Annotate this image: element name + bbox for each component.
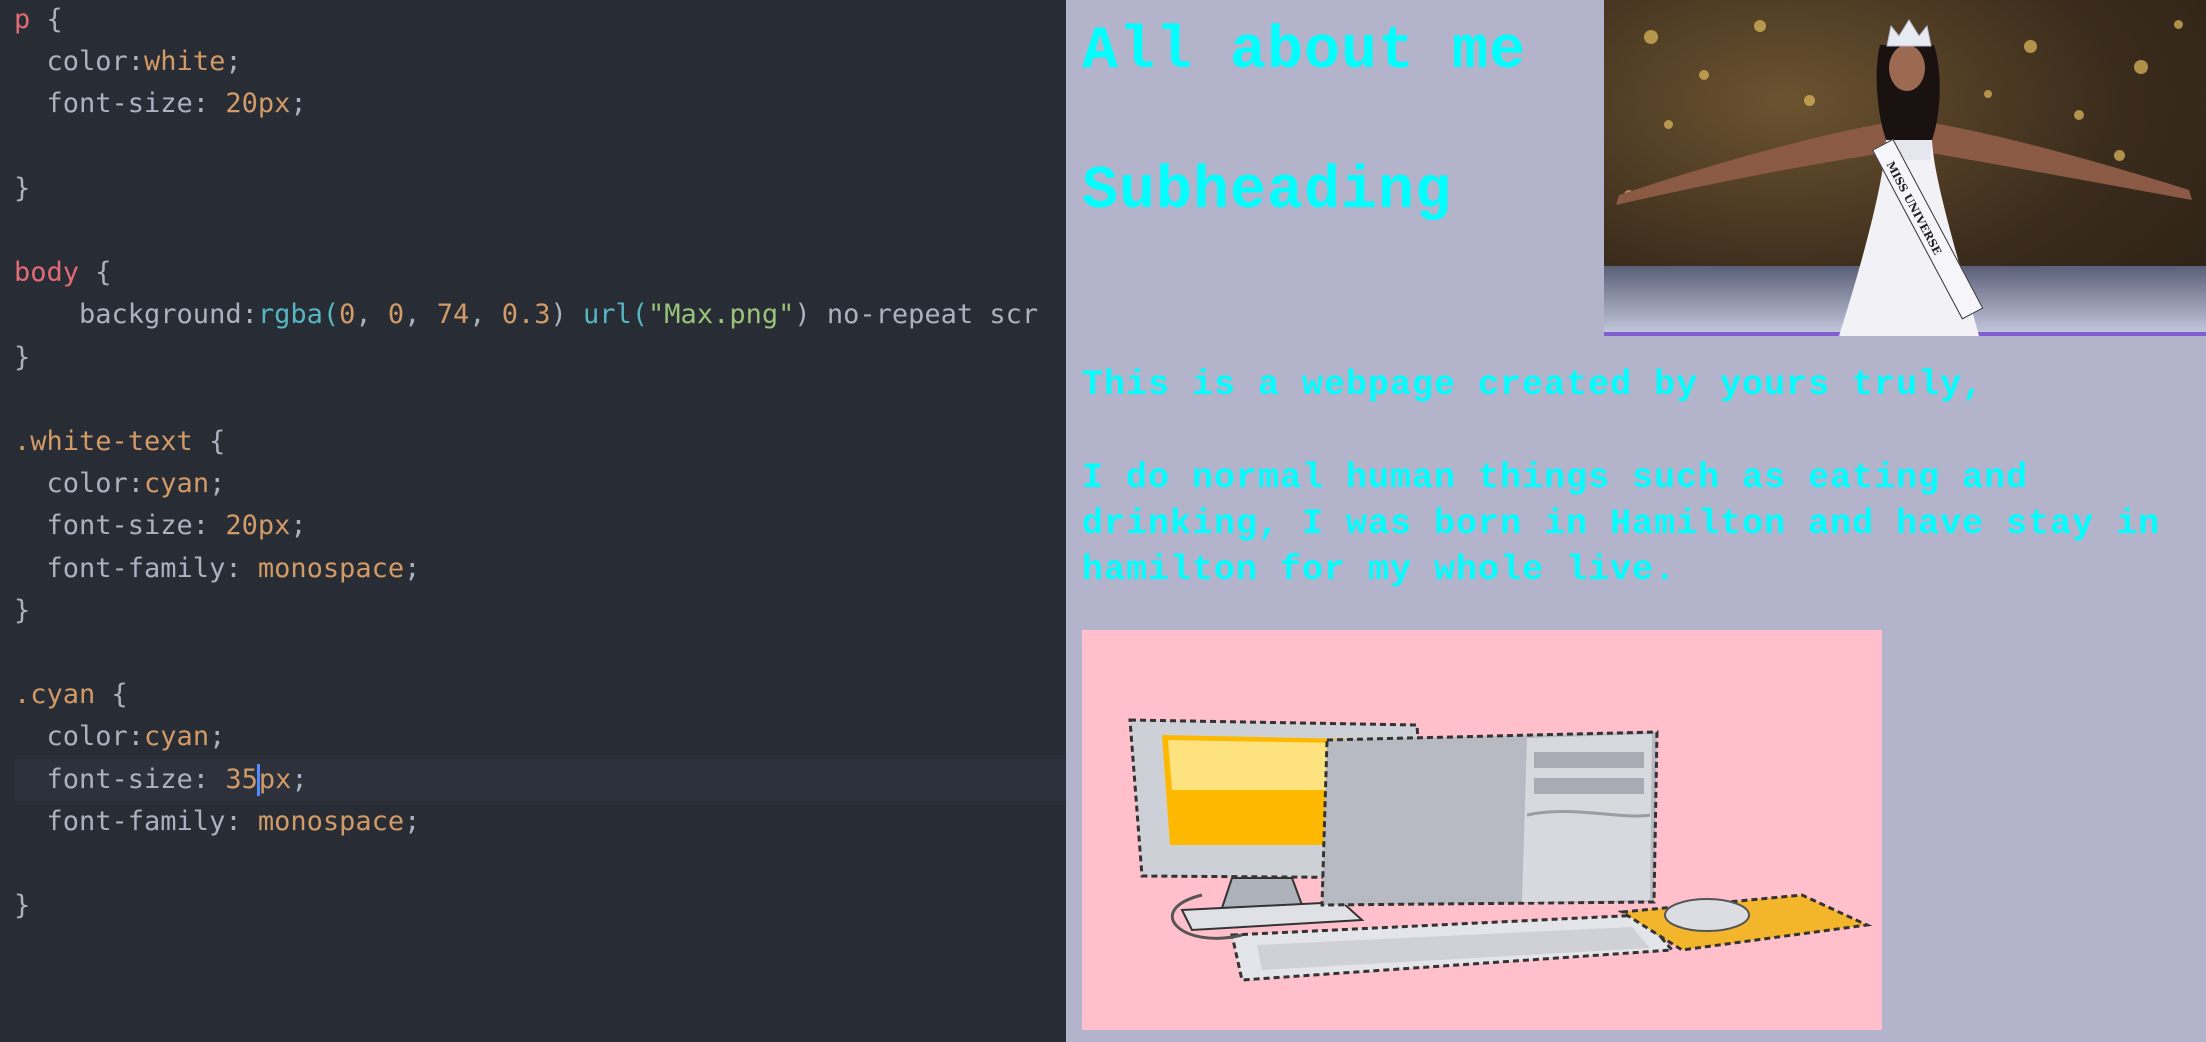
code-token: ,	[469, 299, 502, 331]
code-token: 0	[387, 299, 405, 331]
code-token: monospace	[257, 552, 405, 584]
page-heading: All about me	[1082, 18, 1527, 86]
code-token: monospace	[257, 805, 405, 837]
code-line[interactable]: }	[14, 337, 30, 379]
code-line[interactable]: .white-text {	[14, 421, 225, 463]
code-token: rgba(	[257, 299, 340, 331]
computer-tower-icon	[1320, 730, 1659, 907]
code-token: background:	[14, 299, 258, 331]
code-token: .cyan	[14, 679, 96, 711]
web-preview: All about me Subheading MISS UNIVERSE Th…	[1066, 0, 2206, 1042]
code-token: ;	[290, 510, 307, 542]
code-token: color:	[14, 46, 145, 78]
code-token: {	[95, 679, 128, 711]
code-token: 74	[436, 299, 470, 331]
code-token: ;	[404, 805, 421, 837]
miss-universe-photo: MISS UNIVERSE	[1604, 0, 2206, 336]
code-line[interactable]: font-size: 35px;	[14, 759, 308, 801]
bio-paragraph: I do normal human things such as eating …	[1082, 458, 2161, 590]
code-token: ,	[355, 299, 388, 331]
code-token: )	[550, 299, 584, 331]
code-line[interactable]: .cyan {	[14, 674, 128, 716]
code-token: {	[192, 426, 226, 457]
code-token: font-size:	[14, 763, 226, 795]
code-token: ;	[404, 552, 421, 584]
code-line[interactable]: }	[14, 885, 30, 927]
code-token: }	[14, 594, 31, 626]
code-token: 20px	[225, 510, 291, 542]
code-token: ;	[209, 721, 226, 753]
code-token: font-size:	[14, 510, 226, 542]
code-token: 0	[339, 299, 356, 331]
code-token: ;	[291, 763, 308, 795]
code-token: }	[14, 172, 31, 204]
code-token: "Max.png"	[648, 299, 795, 331]
code-token: color:	[14, 468, 145, 500]
code-token: 20px	[225, 88, 291, 120]
code-token: font-size:	[14, 88, 226, 120]
code-token: white	[144, 46, 226, 78]
code-token: px	[258, 763, 292, 795]
code-token: ;	[209, 468, 226, 500]
code-line[interactable]: background:rgba(0, 0, 74, 0.3) url("Max.…	[14, 294, 1038, 336]
intro-paragraph: This is a webpage created by yours truly…	[1082, 365, 1985, 405]
code-line[interactable]: font-family: monospace;	[14, 801, 421, 843]
code-line[interactable]: body {	[14, 252, 112, 294]
code-token: 0.3	[501, 299, 551, 331]
code-line[interactable]: font-size: 20px;	[14, 505, 307, 547]
code-token: cyan	[144, 721, 210, 753]
code-token: 35	[225, 763, 258, 795]
computer-clipart	[1082, 630, 1882, 1030]
page-subheading: Subheading	[1082, 158, 1453, 226]
code-token: {	[79, 257, 112, 289]
code-token: p	[14, 4, 31, 35]
code-line[interactable]: p {	[14, 0, 63, 41]
code-line[interactable]: color:white;	[14, 41, 242, 83]
code-token: font-family:	[14, 805, 258, 837]
code-line[interactable]: font-size: 20px;	[14, 83, 307, 125]
code-line[interactable]: font-family: monospace;	[14, 548, 421, 590]
code-line[interactable]: }	[14, 168, 30, 210]
code-token: color:	[14, 721, 145, 753]
code-line[interactable]: color:cyan;	[14, 463, 226, 505]
code-token: body	[14, 257, 80, 289]
code-token: url(	[583, 299, 649, 331]
code-token: {	[30, 4, 63, 35]
code-line[interactable]: }	[14, 590, 30, 632]
code-editor[interactable]: p { color:white; font-size: 20px;} body {…	[0, 0, 1066, 1042]
code-token: font-family:	[14, 552, 258, 584]
code-token: ;	[225, 46, 242, 78]
crown-icon	[1886, 19, 1932, 47]
code-token: ;	[290, 88, 307, 120]
code-token: ,	[404, 299, 437, 331]
code-token: }	[14, 341, 31, 373]
code-line[interactable]: color:cyan;	[14, 716, 226, 758]
code-token: ) no-repeat scr	[794, 299, 1039, 331]
code-token: }	[14, 890, 31, 922]
code-token: cyan	[144, 468, 210, 500]
code-token: .white-text	[14, 426, 193, 457]
